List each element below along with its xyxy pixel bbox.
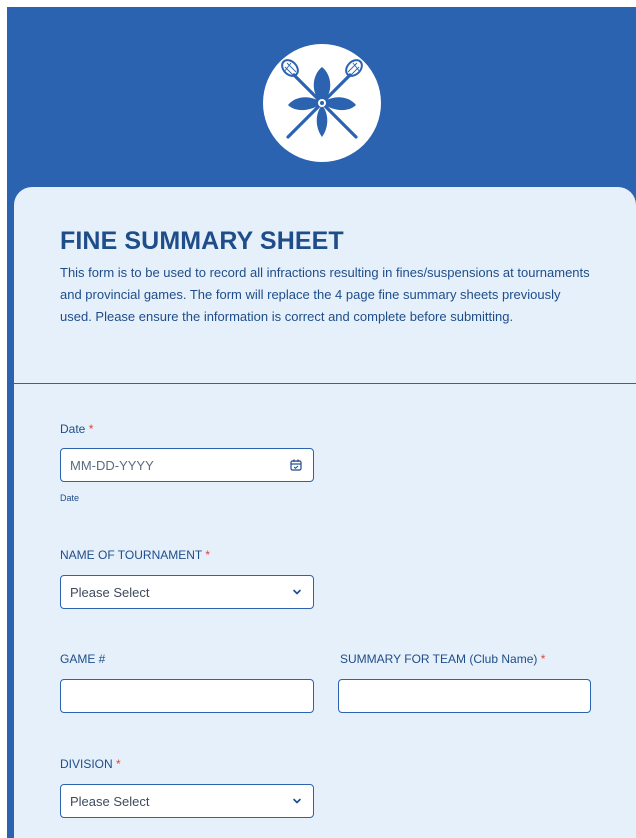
required-mark: *	[116, 757, 121, 771]
date-input[interactable]: MM-DD-YYYY	[60, 448, 314, 482]
division-select[interactable]: Please Select	[60, 784, 314, 818]
form-title: FINE SUMMARY SHEET	[60, 227, 344, 255]
required-mark: *	[88, 422, 94, 436]
chevron-down-icon	[293, 798, 301, 804]
required-mark: *	[540, 652, 546, 666]
page: FINE SUMMARY SHEET This form is to be us…	[0, 0, 636, 838]
form-description: This form is to be used to record all in…	[60, 265, 590, 324]
tournament-selected-value: Please Select	[70, 585, 150, 600]
logo	[265, 46, 379, 160]
required-mark: *	[205, 548, 211, 562]
chevron-down-icon	[293, 589, 301, 595]
date-placeholder: MM-DD-YYYY	[70, 458, 154, 473]
division-label: DIVISION *	[60, 757, 121, 771]
form-card: FINE SUMMARY SHEET This form is to be us…	[14, 187, 636, 838]
game-number-label: GAME #	[60, 652, 106, 666]
tournament-select[interactable]: Please Select	[60, 575, 314, 609]
summary-team-label: SUMMARY FOR TEAM (Club Name) *	[340, 652, 546, 666]
division-selected-value: Please Select	[70, 794, 150, 809]
date-label: Date *	[60, 422, 94, 436]
game-number-input[interactable]	[60, 679, 314, 713]
calendar-icon[interactable]	[290, 459, 302, 471]
tournament-label: NAME OF TOURNAMENT *	[60, 548, 211, 562]
summary-team-input[interactable]	[338, 679, 591, 713]
lacrosse-trillium-logo-icon	[281, 59, 363, 139]
section-divider	[14, 383, 636, 384]
date-sublabel: Date	[60, 493, 80, 503]
